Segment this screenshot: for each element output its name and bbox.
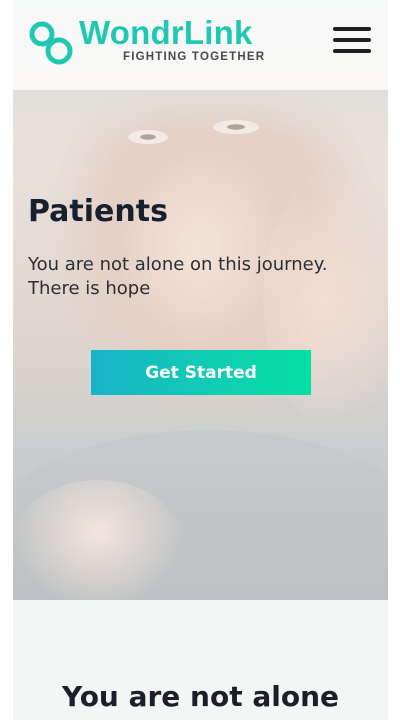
hero-subtitle: You are not alone on this journey. There… — [28, 253, 373, 301]
site-header: WondrLink FIGHTING TOGETHER — [13, 0, 388, 90]
hero-title: Patients — [28, 194, 168, 229]
get-started-button[interactable]: Get Started — [91, 350, 311, 395]
brand-name[interactable]: WondrLink — [79, 14, 253, 52]
hero-subtitle-line-2: There is hope — [28, 278, 151, 299]
menu-bar-middle — [333, 38, 371, 42]
menu-bar-bottom — [333, 49, 371, 53]
page-frame: WondrLink FIGHTING TOGETHER Patients You… — [13, 0, 388, 720]
hero-content: Patients You are not alone on this journ… — [13, 0, 388, 600]
hamburger-menu-icon[interactable] — [333, 27, 373, 55]
hero-subtitle-line-1: You are not alone on this journey. — [28, 254, 328, 275]
wondrlink-logo-icon[interactable] — [28, 20, 74, 66]
brand-tagline: FIGHTING TOGETHER — [123, 51, 266, 63]
menu-bar-top — [333, 27, 371, 31]
section-title: You are not alone — [61, 680, 340, 713]
intro-section: You are not alone — [13, 600, 388, 720]
